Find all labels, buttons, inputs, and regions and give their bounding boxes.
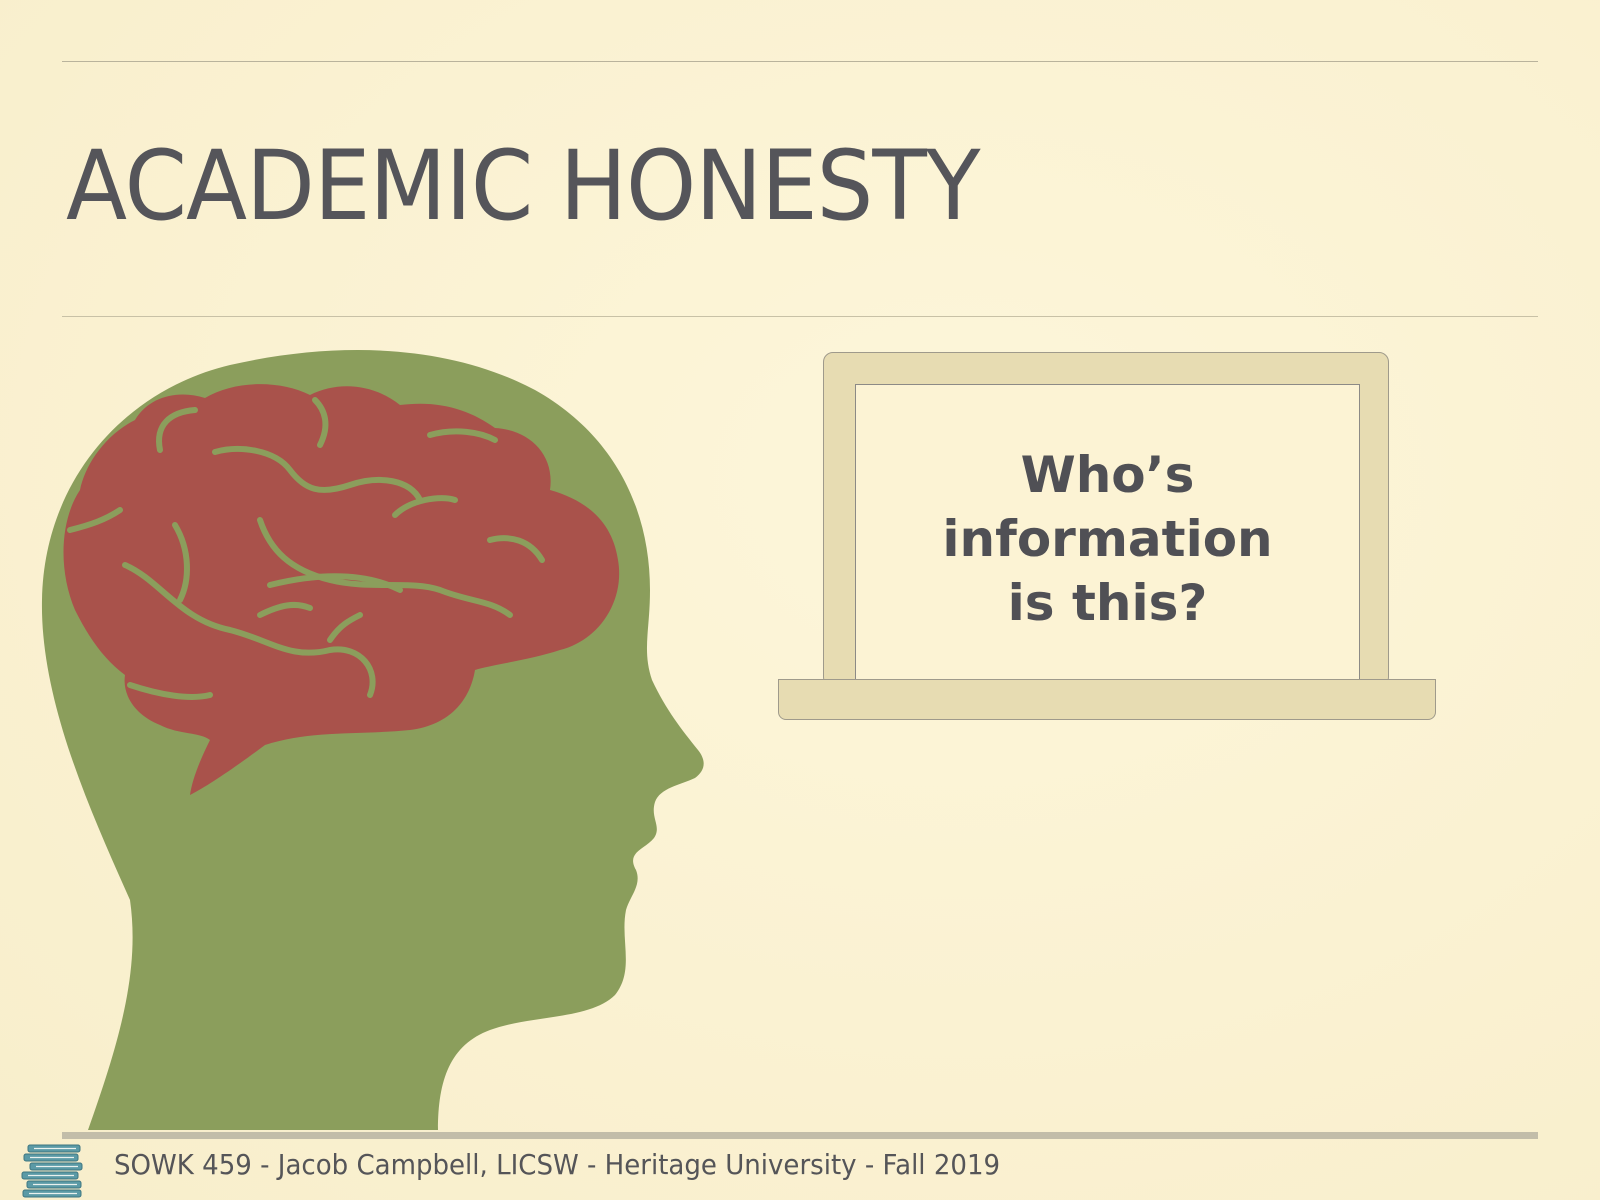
top-divider — [62, 61, 1538, 62]
laptop-question-line-3: is this? — [1007, 574, 1208, 632]
book-stack-icon — [21, 1144, 83, 1198]
laptop-question: Who’s information is this? — [856, 443, 1359, 635]
footer-text: SOWK 459 - Jacob Campbell, LICSW - Herit… — [114, 1148, 1001, 1181]
slide: ACADEMIC HONESTY Who’s information is th… — [0, 0, 1600, 1200]
slide-title: ACADEMIC HONESTY — [66, 130, 981, 242]
footer-divider — [62, 1132, 1538, 1139]
laptop-icon: Who’s information is this? — [778, 352, 1436, 722]
laptop-lid: Who’s information is this? — [823, 352, 1389, 687]
laptop-question-line-1: Who’s — [1020, 446, 1195, 504]
head-with-brain-icon — [41, 350, 704, 1130]
title-divider — [62, 316, 1538, 317]
laptop-base — [778, 679, 1436, 720]
laptop-screen: Who’s information is this? — [855, 384, 1360, 682]
laptop-question-line-2: information — [942, 510, 1273, 568]
